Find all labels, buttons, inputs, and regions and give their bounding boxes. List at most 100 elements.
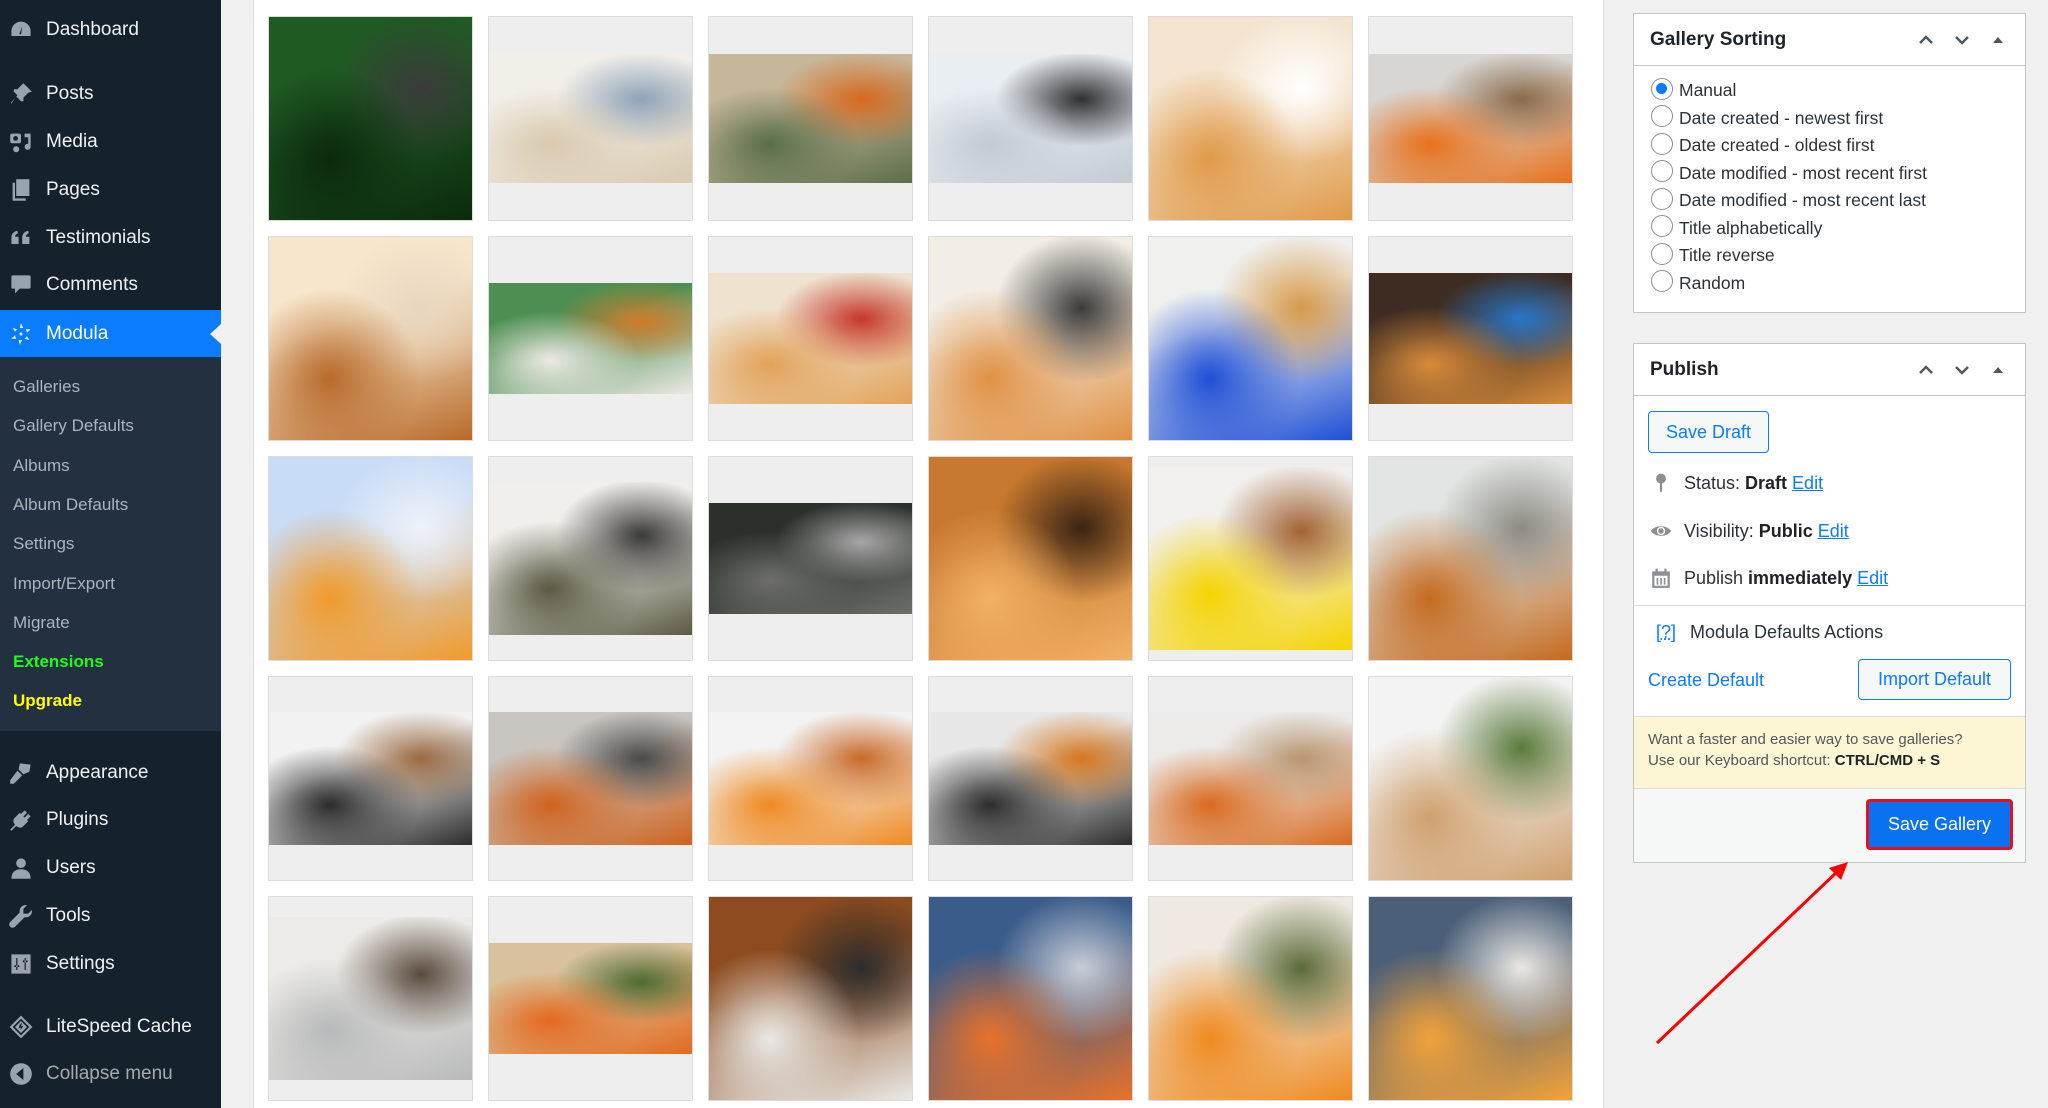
sidebar-item-label: Appearance [46,762,149,783]
gallery-image-tile[interactable] [488,676,693,881]
modula-submenu: Galleries Gallery Defaults Albums Album Def… [0,357,221,731]
gallery-image-tile[interactable] [268,896,473,1101]
radio-button[interactable] [1651,77,1673,100]
gallery-image [489,282,692,395]
radio-button[interactable] [1651,270,1673,293]
radio-label: Date modified - most recent last [1679,190,1927,211]
edit-publish-time-link[interactable]: Edit [1857,568,1888,589]
import-default-button[interactable]: Import Default [1858,659,2011,700]
sort-option-date-created-oldest-first[interactable]: Date created - oldest first [1634,130,2025,158]
save-gallery-button[interactable]: Save Gallery [1866,799,2013,850]
radio-button[interactable] [1651,160,1673,183]
sidebar-item-posts[interactable]: Posts [0,71,221,117]
toggle-panel-button[interactable] [1985,358,2011,382]
radio-label: Date modified - most recent first [1679,162,1927,183]
move-down-button[interactable] [1949,358,1975,382]
gallery-image-tile[interactable] [268,236,473,441]
gallery-image-tile[interactable] [1368,236,1573,441]
edit-visibility-link[interactable]: Edit [1818,521,1849,542]
gallery-image-tile[interactable] [268,676,473,881]
submenu-item-import-export[interactable]: Import/Export [13,571,115,597]
sidebar-item-pages[interactable]: Pages [0,167,221,213]
gallery-image-tile[interactable] [488,236,693,441]
submenu-item-extensions[interactable]: Extensions [13,649,104,675]
gallery-image-tile[interactable] [1368,456,1573,661]
sort-option-title-reverse[interactable]: Title reverse [1634,240,2025,268]
sidebar-item-label: Plugins [46,809,109,830]
submenu-item-settings[interactable]: Settings [13,531,74,557]
submenu-item-album-defaults[interactable]: Album Defaults [13,492,128,518]
collapse-menu-button[interactable]: Collapse menu [0,1051,221,1097]
publish-time-row: Publish immediately Edit [1648,565,1888,591]
gallery-image-tile[interactable] [928,676,1133,881]
collapse-icon [8,1061,34,1087]
gallery-image-tile[interactable] [928,456,1133,661]
gallery-image-tile[interactable] [1368,676,1573,881]
sidebar-item-media[interactable]: Media [0,119,221,165]
gallery-image [1369,677,1572,880]
radio-button[interactable] [1651,215,1673,238]
sort-option-date-modified-most-recent-first[interactable]: Date modified - most recent first [1634,158,2025,186]
sort-option-date-modified-most-recent-last[interactable]: Date modified - most recent last [1634,185,2025,213]
sidebar-item-litespeed-cache[interactable]: LiteSpeed Cache [0,1004,221,1050]
gallery-image-tile[interactable] [1148,16,1353,221]
gallery-image-tile[interactable] [1368,896,1573,1101]
radio-button[interactable] [1651,105,1673,128]
submenu-item-upgrade[interactable]: Upgrade [13,688,82,714]
gallery-image-tile[interactable] [1148,676,1353,881]
radio-button[interactable] [1651,187,1673,210]
gallery-image [709,53,912,184]
gallery-image-tile[interactable] [708,896,913,1101]
gallery-image-tile[interactable] [708,16,913,221]
move-up-button[interactable] [1913,358,1939,382]
sidebar-item-label: Comments [46,274,138,295]
status-label: Status: [1684,472,1741,493]
gallery-image [1149,897,1352,1100]
sort-option-date-created-newest-first[interactable]: Date created - newest first [1634,103,2025,131]
sidebar-item-comments[interactable]: Comments [0,262,221,308]
move-down-button[interactable] [1949,28,1975,52]
gallery-image-tile[interactable] [488,456,693,661]
submenu-item-gallery-defaults[interactable]: Gallery Defaults [13,413,134,439]
gallery-image-tile[interactable] [488,16,693,221]
help-link[interactable]: [?] [1656,622,1676,643]
edit-status-link[interactable]: Edit [1792,473,1823,494]
radio-label: Title reverse [1679,245,1775,266]
defaults-actions-title: Modula Defaults Actions [1690,622,1884,642]
sidebar-item-users[interactable]: Users [0,845,221,891]
gallery-image-tile[interactable] [488,896,693,1101]
sidebar-item-tools[interactable]: Tools [0,893,221,939]
save-draft-button[interactable]: Save Draft [1648,411,1769,453]
gallery-image-tile[interactable] [268,456,473,661]
gallery-image-tile[interactable] [928,236,1133,441]
gallery-image-tile[interactable] [928,16,1133,221]
toggle-panel-button[interactable] [1985,28,2011,52]
gallery-image-tile[interactable] [928,896,1133,1101]
gallery-image-tile[interactable] [708,236,913,441]
gallery-image-tile[interactable] [1148,236,1353,441]
sidebar-item-settings[interactable]: Settings [0,941,221,987]
gallery-image-tile[interactable] [1368,16,1573,221]
gallery-image-tile[interactable] [1148,456,1353,661]
gallery-image-tile[interactable] [1148,896,1353,1101]
radio-button[interactable] [1651,242,1673,265]
radio-button[interactable] [1651,132,1673,155]
sidebar-item-testimonials[interactable]: Testimonials [0,215,221,261]
sort-option-manual[interactable]: Manual [1634,75,2025,103]
gallery-image-tile[interactable] [708,456,913,661]
submenu-item-albums[interactable]: Albums [13,453,70,479]
create-default-link[interactable]: Create Default [1648,670,1764,691]
gallery-image-tile[interactable] [268,16,473,221]
sidebar-item-modula[interactable]: Modula [0,310,221,357]
submenu-item-galleries[interactable]: Galleries [13,374,80,400]
move-up-button[interactable] [1913,28,1939,52]
sidebar-item-dashboard[interactable]: Dashboard [0,7,221,53]
arrow-shaft [1655,869,1840,1045]
sort-option-random[interactable]: Random [1634,268,2025,296]
gallery-image-tile[interactable] [708,676,913,881]
submenu-item-migrate[interactable]: Migrate [13,610,70,636]
sidebar-item-appearance[interactable]: Appearance [0,750,221,796]
sidebar-item-plugins[interactable]: Plugins [0,797,221,843]
sort-option-title-alphabetically[interactable]: Title alphabetically [1634,213,2025,241]
media-icon [8,129,34,155]
